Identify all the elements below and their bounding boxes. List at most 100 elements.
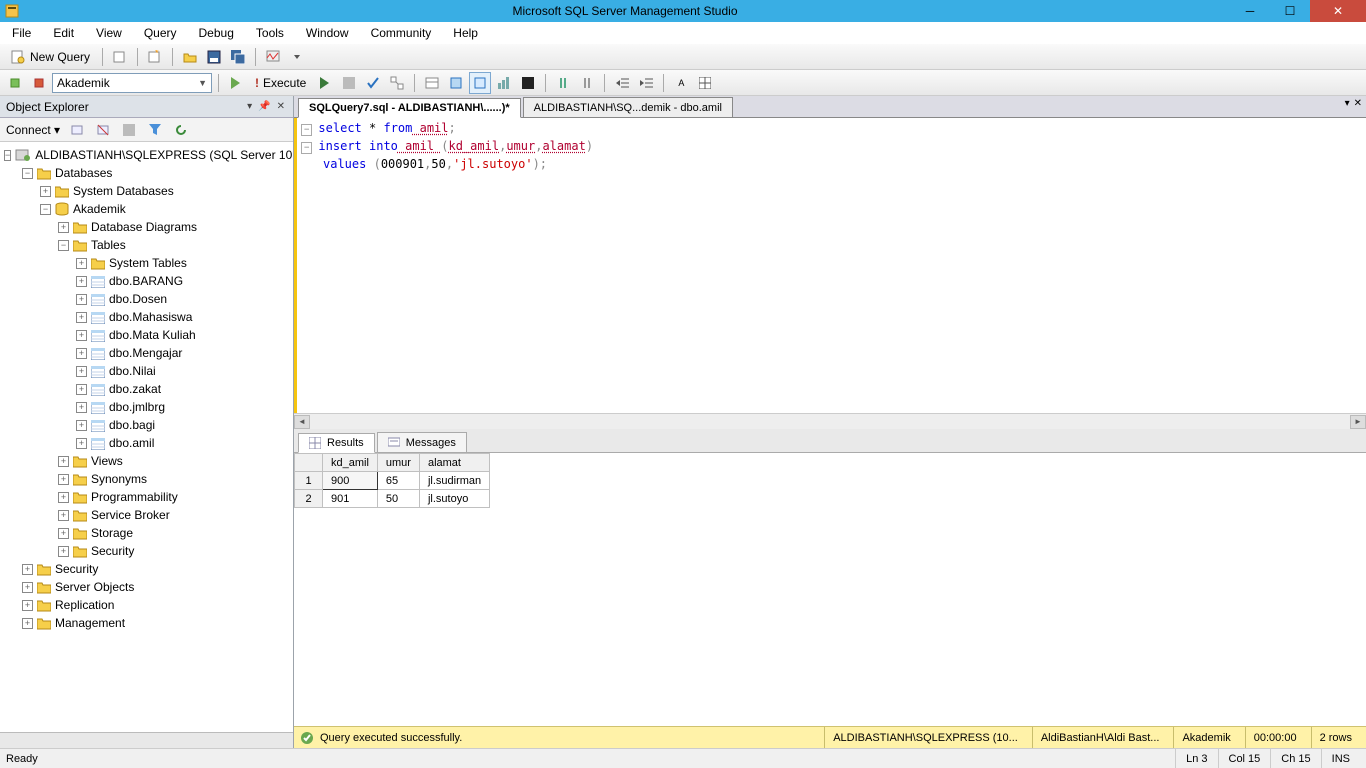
menu-edit[interactable]: Edit [45, 24, 82, 42]
decrease-indent-button[interactable] [611, 72, 633, 94]
tree-table-item[interactable]: +dbo.Mata Kuliah [4, 326, 289, 344]
comment-button[interactable] [552, 72, 574, 94]
tree-table-item[interactable]: +dbo.bagi [4, 416, 289, 434]
close-button[interactable]: ✕ [1310, 0, 1366, 22]
tree-table-item[interactable]: +dbo.Dosen [4, 290, 289, 308]
col-alamat[interactable]: alamat [419, 454, 489, 472]
tree-systables[interactable]: System Tables [105, 256, 187, 270]
expander-icon[interactable]: + [58, 222, 69, 233]
tree-table-item[interactable]: +dbo.zakat [4, 380, 289, 398]
tab-results[interactable]: Results [298, 433, 375, 453]
stop-debug-button[interactable] [338, 72, 360, 94]
tab-inactive-amil[interactable]: ALDIBASTIANH\SQ...demik - dbo.amil [523, 97, 733, 117]
expander-icon[interactable]: + [22, 600, 33, 611]
table-row[interactable]: 1 900 65 jl.sudirman [295, 472, 490, 490]
save-button[interactable] [203, 46, 225, 68]
tree-dbdiagrams[interactable]: Database Diagrams [87, 220, 197, 234]
dropdown-arrow-button[interactable] [286, 46, 308, 68]
expander-icon[interactable]: + [76, 312, 87, 323]
scroll-right-icon[interactable]: ► [1350, 415, 1366, 429]
tree-synonyms[interactable]: Synonyms [87, 472, 147, 486]
expander-icon[interactable]: + [76, 366, 87, 377]
tree-management[interactable]: Management [51, 616, 125, 630]
minimize-button[interactable]: ─ [1230, 0, 1270, 22]
tree-table-item[interactable]: +dbo.jmlbrg [4, 398, 289, 416]
expander-icon[interactable]: − [22, 168, 33, 179]
expander-icon[interactable]: + [76, 276, 87, 287]
col-kd-amil[interactable]: kd_amil [323, 454, 378, 472]
menu-view[interactable]: View [88, 24, 130, 42]
disconnect-server-button[interactable] [92, 119, 114, 141]
activity-monitor-button[interactable] [262, 46, 284, 68]
tree-server[interactable]: ALDIBASTIANH\SQLEXPRESS (SQL Server 10.5 [31, 148, 293, 162]
debug-button[interactable] [225, 72, 247, 94]
uncomment-button[interactable] [576, 72, 598, 94]
tree-servicebroker[interactable]: Service Broker [87, 508, 170, 522]
panel-dropdown-button[interactable]: ▾ [245, 101, 254, 112]
expander-icon[interactable]: − [40, 204, 51, 215]
debug-play-button[interactable] [314, 72, 336, 94]
expander-icon[interactable]: + [22, 564, 33, 575]
tree-akademik[interactable]: Akademik [69, 202, 126, 216]
parse-button[interactable] [362, 72, 384, 94]
results-grid[interactable]: kd_amil umur alamat 1 900 65 jl.sudirman… [294, 453, 1366, 726]
expander-icon[interactable]: + [58, 546, 69, 557]
cell-alamat[interactable]: jl.sutoyo [419, 490, 489, 508]
database-selector[interactable]: Akademik ▼ [52, 73, 212, 93]
expander-icon[interactable]: + [58, 528, 69, 539]
menu-query[interactable]: Query [136, 24, 185, 42]
client-stats-button[interactable] [493, 72, 515, 94]
expander-icon[interactable]: + [76, 438, 87, 449]
expander-icon[interactable]: + [76, 402, 87, 413]
specify-values-button[interactable] [445, 72, 467, 94]
expander-icon[interactable]: + [76, 420, 87, 431]
tree-tables[interactable]: Tables [87, 238, 126, 252]
expander-icon[interactable]: + [58, 474, 69, 485]
connect-server-button[interactable] [66, 119, 88, 141]
expander-icon[interactable]: + [58, 510, 69, 521]
tree-security[interactable]: Security [51, 562, 98, 576]
scroll-left-icon[interactable]: ◄ [294, 415, 310, 429]
menu-debug[interactable]: Debug [191, 24, 242, 42]
editor-hscrollbar[interactable]: ◄ ► [294, 413, 1366, 429]
include-plan-button[interactable] [469, 72, 491, 94]
expander-icon[interactable]: + [76, 294, 87, 305]
pin-icon[interactable]: 📌 [256, 101, 272, 112]
cell-umur[interactable]: 65 [377, 472, 419, 490]
filter-button[interactable] [144, 119, 166, 141]
tab-messages[interactable]: Messages [377, 432, 467, 452]
expander-icon[interactable]: − [58, 240, 69, 251]
maximize-button[interactable]: ☐ [1270, 0, 1310, 22]
menu-tools[interactable]: Tools [248, 24, 292, 42]
expander-icon[interactable]: + [22, 582, 33, 593]
estimated-plan-button[interactable] [386, 72, 408, 94]
tree-table-item[interactable]: +dbo.amil [4, 434, 289, 452]
open-folder-button[interactable] [179, 46, 201, 68]
hscrollbar[interactable] [0, 732, 293, 748]
close-tab-button[interactable]: ✕ [1354, 98, 1362, 109]
fold-icon[interactable]: − [301, 142, 312, 154]
results-to-grid-button[interactable] [694, 72, 716, 94]
menu-help[interactable]: Help [445, 24, 486, 42]
cell-alamat[interactable]: jl.sudirman [419, 472, 489, 490]
connect-button[interactable] [4, 72, 26, 94]
new-query-button[interactable]: New Query [4, 46, 96, 68]
expander-icon[interactable]: + [40, 186, 51, 197]
disconnect-button[interactable] [28, 72, 50, 94]
tree-replication[interactable]: Replication [51, 598, 114, 612]
tree-table-item[interactable]: +dbo.Mahasiswa [4, 308, 289, 326]
connect-label[interactable]: Connect ▾ [4, 123, 62, 137]
sql-editor[interactable]: −select * from amil; −insert into amil (… [294, 118, 1366, 413]
expander-icon[interactable]: + [76, 384, 87, 395]
fold-icon[interactable]: − [301, 124, 312, 136]
execute-button[interactable]: ! Execute [249, 72, 312, 94]
tree-security-db[interactable]: Security [87, 544, 134, 558]
tree-databases[interactable]: Databases [51, 166, 112, 180]
table-row[interactable]: 2 901 50 jl.sutoyo [295, 490, 490, 508]
tree-programmability[interactable]: Programmability [87, 490, 178, 504]
cell-umur[interactable]: 50 [377, 490, 419, 508]
open-file-button[interactable] [109, 46, 131, 68]
tree-views[interactable]: Views [87, 454, 123, 468]
object-explorer-tree[interactable]: − ALDIBASTIANH\SQLEXPRESS (SQL Server 10.… [0, 142, 293, 732]
tab-dropdown-button[interactable]: ▾ [1345, 98, 1350, 109]
